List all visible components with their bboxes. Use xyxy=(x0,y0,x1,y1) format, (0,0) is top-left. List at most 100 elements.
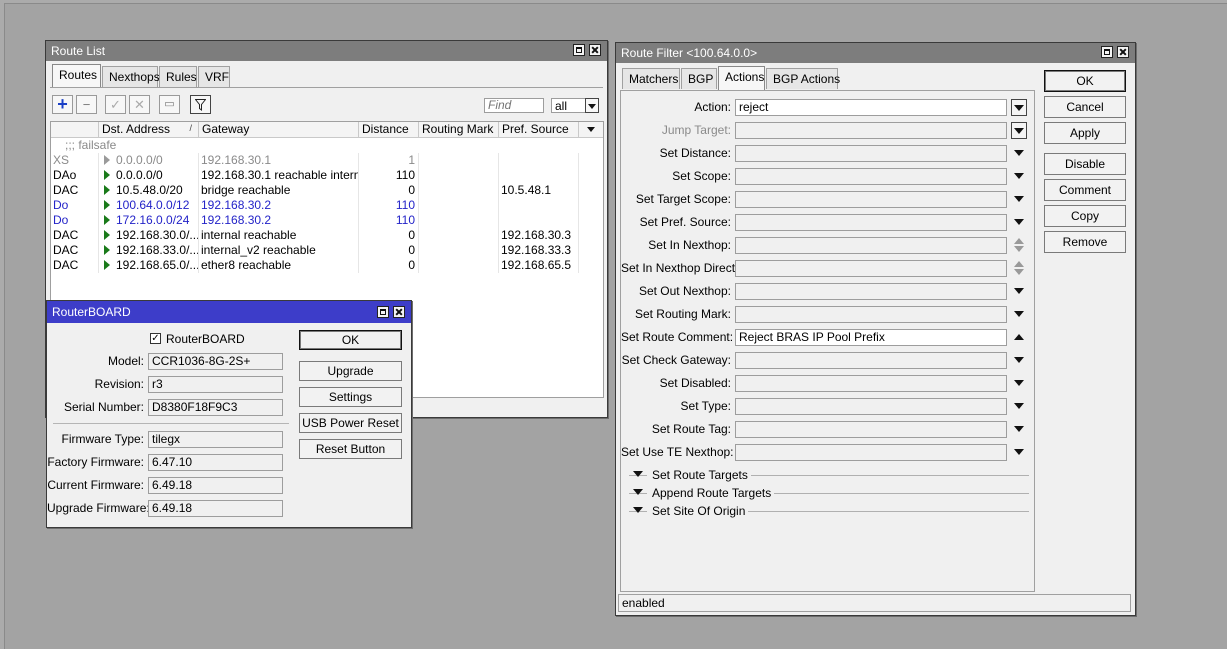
rf-field-input[interactable] xyxy=(735,237,1007,254)
rf-cancel-button[interactable]: Cancel xyxy=(1044,96,1126,118)
rf-field-input[interactable] xyxy=(735,214,1007,231)
tab-routes[interactable]: Routes xyxy=(52,64,101,88)
rf-field-input[interactable]: Reject BRAS IP Pool Prefix xyxy=(735,329,1007,346)
table-row[interactable]: Do 172.16.0.0/24 192.168.30.2 110 xyxy=(51,213,603,228)
rf-field-input[interactable] xyxy=(735,398,1007,415)
comment-icon[interactable]: ▭ xyxy=(159,95,180,114)
column-gateway[interactable]: Gateway xyxy=(199,122,359,137)
routerboard-checkbox[interactable]: ✓ xyxy=(150,333,161,344)
columns-menu-button[interactable] xyxy=(579,122,603,137)
rb-field-label: Current Firmware: xyxy=(47,478,144,492)
chevron-down-icon[interactable] xyxy=(1011,421,1027,438)
rf-field-input[interactable] xyxy=(735,145,1007,162)
rb-field-value[interactable]: 6.49.18 xyxy=(148,500,283,517)
column-dst-address[interactable]: Dst. Address / xyxy=(99,122,199,137)
rf-field-input[interactable] xyxy=(735,375,1007,392)
expand-collapse-icon[interactable] xyxy=(1011,237,1027,254)
routerboard-titlebar[interactable]: RouterBOARD xyxy=(47,301,411,323)
chevron-up-icon[interactable] xyxy=(1011,329,1027,346)
column-distance[interactable]: Distance xyxy=(359,122,419,137)
filter-dropdown-button[interactable] xyxy=(585,98,599,113)
chevron-down-icon[interactable] xyxy=(1011,375,1027,392)
tab-nexthops[interactable]: Nexthops xyxy=(102,66,160,87)
routerboard-checkbox-label: RouterBOARD xyxy=(166,332,245,346)
chevron-down-icon[interactable] xyxy=(1011,398,1027,415)
column-routing-mark[interactable]: Routing Mark xyxy=(419,122,499,137)
maximize-icon[interactable] xyxy=(377,306,389,318)
tab-bgp[interactable]: BGP xyxy=(681,68,717,89)
rf-remove-button[interactable]: Remove xyxy=(1044,231,1126,253)
rf-field-input[interactable] xyxy=(735,421,1007,438)
rb-upgrade-button[interactable]: Upgrade xyxy=(299,361,402,381)
rf-apply-button[interactable]: Apply xyxy=(1044,122,1126,144)
disable-icon[interactable]: ✕ xyxy=(129,95,150,114)
rb-field-value[interactable]: D8380F18F9C3 xyxy=(148,399,283,416)
tab-rules[interactable]: Rules xyxy=(159,66,197,87)
rb-usb-power-reset-button[interactable]: USB Power Reset xyxy=(299,413,402,433)
rb-field-value[interactable]: 6.47.10 xyxy=(148,454,283,471)
filter-icon[interactable] xyxy=(190,95,211,114)
table-row[interactable]: DAC 192.168.30.0/... internal reachable 0 19… xyxy=(51,228,603,243)
rf-field-input[interactable] xyxy=(735,260,1007,277)
table-row[interactable]: DAC 192.168.33.0/... internal_v2 reachable… xyxy=(51,243,603,258)
rb-field-value[interactable]: 6.49.18 xyxy=(148,477,283,494)
table-row[interactable]: Do 100.64.0.0/12 192.168.30.2 110 xyxy=(51,198,603,213)
chevron-down-icon[interactable] xyxy=(1011,191,1027,208)
rf-field-input[interactable]: reject xyxy=(735,99,1007,116)
chevron-down-icon[interactable] xyxy=(1011,283,1027,300)
table-row[interactable]: DAC 10.5.48.0/20 bridge reachable 0 10.5.48.… xyxy=(51,183,603,198)
table-row[interactable]: DAC 192.168.65.0/... ether8 reachable 0 192.… xyxy=(51,258,603,273)
route-filter-titlebar[interactable]: Route Filter <100.64.0.0> xyxy=(616,43,1135,63)
rb-field-value[interactable]: CCR1036-8G-2S+ xyxy=(148,353,283,370)
rf-field-input[interactable] xyxy=(735,283,1007,300)
chevron-down-icon[interactable] xyxy=(1011,122,1027,139)
comment-row[interactable]: ;;; failsafe xyxy=(51,138,603,153)
close-icon[interactable] xyxy=(589,44,601,56)
tab-vrf[interactable]: VRF xyxy=(198,66,230,87)
rf-section-toggle[interactable]: Set Site Of Origin xyxy=(629,503,1029,519)
rb-ok-button[interactable]: OK xyxy=(299,330,402,350)
maximize-icon[interactable] xyxy=(1101,46,1113,58)
rb-field-value[interactable]: r3 xyxy=(148,376,283,393)
column-pref-source[interactable]: Pref. Source xyxy=(499,122,579,137)
chevron-down-icon[interactable] xyxy=(1011,352,1027,369)
chevron-down-icon[interactable] xyxy=(1011,214,1027,231)
rf-section-toggle[interactable]: Set Route Targets xyxy=(629,467,1029,483)
add-icon[interactable]: + xyxy=(52,95,73,114)
enable-icon[interactable]: ✓ xyxy=(105,95,126,114)
tab-actions[interactable]: Actions xyxy=(718,66,765,90)
table-row[interactable]: XS 0.0.0.0/0 192.168.30.1 1 xyxy=(51,153,603,168)
tab-bgp-actions[interactable]: BGP Actions xyxy=(766,68,840,89)
rf-section-toggle[interactable]: Append Route Targets xyxy=(629,485,1029,501)
rf-ok-button[interactable]: OK xyxy=(1044,70,1126,92)
cell-pref xyxy=(499,213,579,228)
filter-select[interactable]: all xyxy=(551,98,587,113)
rf-field-input[interactable] xyxy=(735,122,1007,139)
find-input[interactable] xyxy=(484,98,544,113)
maximize-icon[interactable] xyxy=(573,44,585,56)
rf-field-input[interactable] xyxy=(735,168,1007,185)
close-icon[interactable] xyxy=(1117,46,1129,58)
rb-settings-button[interactable]: Settings xyxy=(299,387,402,407)
rf-comment-button[interactable]: Comment xyxy=(1044,179,1126,201)
rf-field-input[interactable] xyxy=(735,444,1007,461)
close-icon[interactable] xyxy=(393,306,405,318)
chevron-down-icon[interactable] xyxy=(1011,306,1027,323)
rf-disable-button[interactable]: Disable xyxy=(1044,153,1126,175)
expand-collapse-icon[interactable] xyxy=(1011,260,1027,277)
chevron-down-icon[interactable] xyxy=(1011,168,1027,185)
rf-copy-button[interactable]: Copy xyxy=(1044,205,1126,227)
route-list-titlebar[interactable]: Route List xyxy=(46,41,607,61)
rf-field-input[interactable] xyxy=(735,352,1007,369)
chevron-down-icon[interactable] xyxy=(1011,99,1027,116)
chevron-down-icon[interactable] xyxy=(1011,444,1027,461)
rb-reset-button[interactable]: Reset Button xyxy=(299,439,402,459)
chevron-down-icon[interactable] xyxy=(1011,145,1027,162)
table-row[interactable]: DAo 0.0.0.0/0 192.168.30.1 reachable inter… xyxy=(51,168,603,183)
rb-field-value[interactable]: tilegx xyxy=(148,431,283,448)
rf-field-input[interactable] xyxy=(735,191,1007,208)
remove-icon[interactable]: − xyxy=(76,95,97,114)
rf-field-input[interactable] xyxy=(735,306,1007,323)
tab-matchers[interactable]: Matchers xyxy=(622,68,680,89)
column-flags[interactable] xyxy=(51,122,99,137)
